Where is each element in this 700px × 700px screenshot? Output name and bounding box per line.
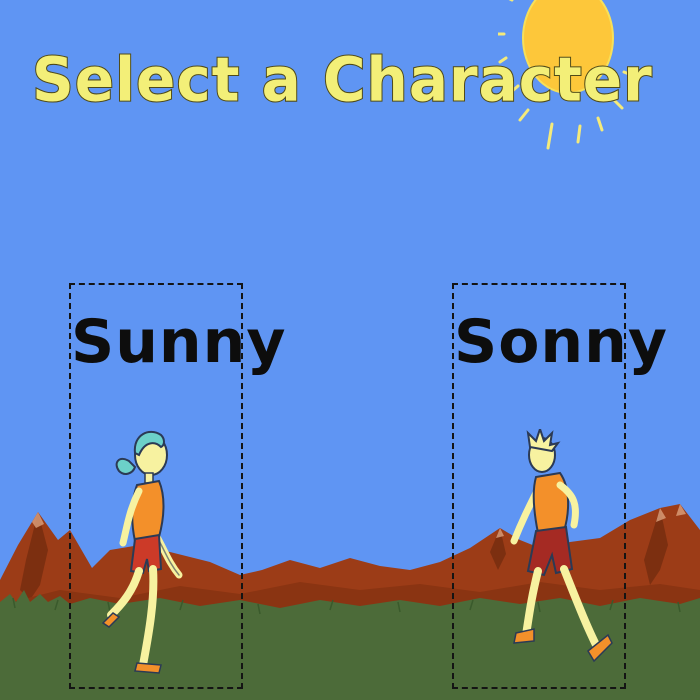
- sunny-figure: [101, 430, 183, 674]
- character-card-sonny[interactable]: Sonny: [452, 283, 668, 689]
- page-title: Select a Character: [31, 43, 653, 116]
- game-scene: Select a Character Sunny Sonny: [0, 0, 700, 700]
- character-name-sonny: Sonny: [454, 307, 668, 377]
- character-card-sunny[interactable]: Sunny: [69, 283, 287, 689]
- sonny-figure: [510, 429, 613, 663]
- character-name-sunny: Sunny: [71, 307, 287, 377]
